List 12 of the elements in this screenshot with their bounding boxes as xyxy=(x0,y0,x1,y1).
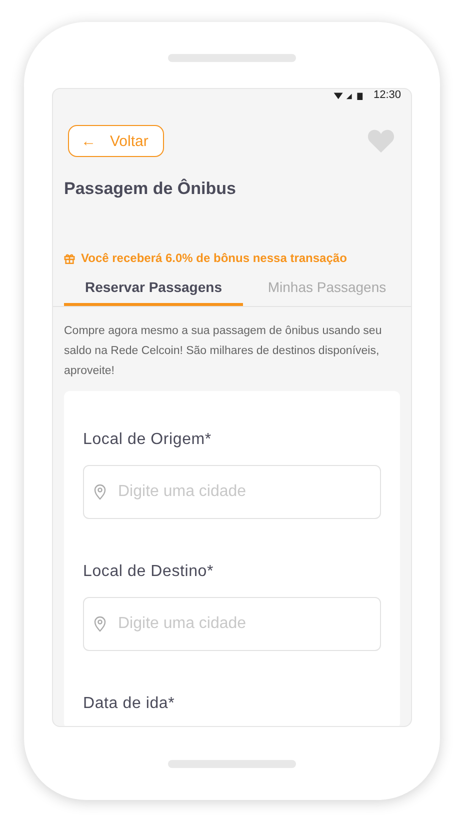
field-label: Local de Destino* xyxy=(83,563,215,581)
field-label: Local de Origem* xyxy=(83,431,212,449)
description-text: Compre agora mesmo a sua passagem de ônibus usando seu saldo na Rede Celcoin! São milhares de destinos disponíveis, aproveite! xyxy=(64,324,383,379)
heart-icon[interactable] xyxy=(367,128,395,154)
tab[interactable]: Reservar Passagens xyxy=(64,273,243,306)
field-label: Data de ida* xyxy=(83,695,176,713)
status-time: 12:30 xyxy=(373,89,401,101)
gift-icon xyxy=(64,252,75,264)
page-title: Passagem de Ônibus xyxy=(64,179,237,199)
back-button[interactable]: ← Voltar xyxy=(68,125,164,157)
bonus-text: Você receberá 6.0% de bônus nessa transação xyxy=(81,251,347,265)
tab[interactable]: Minhas Passagens xyxy=(243,273,411,306)
